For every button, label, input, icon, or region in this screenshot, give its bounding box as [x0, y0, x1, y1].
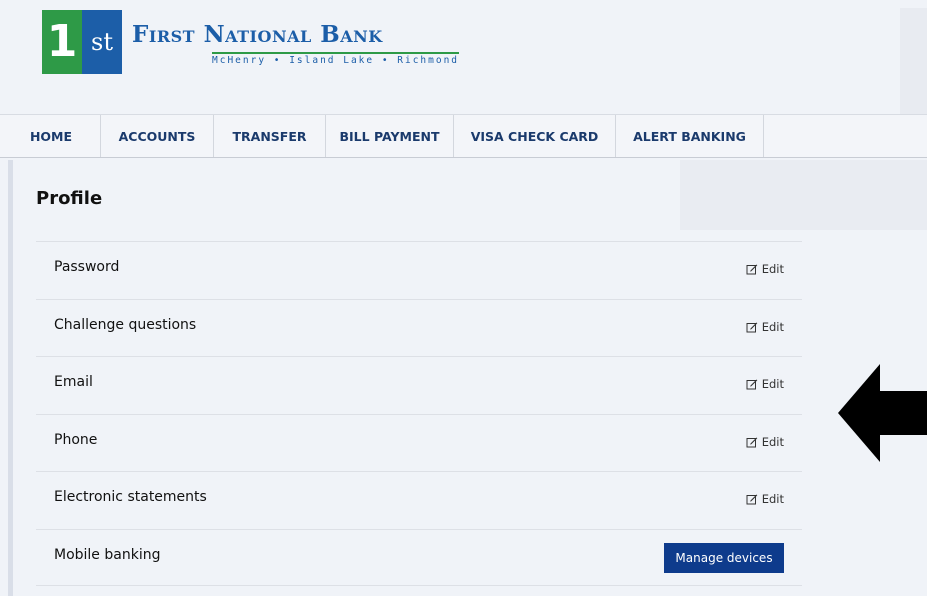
edit-label: Edit [761, 377, 784, 391]
row-label: Password [54, 259, 120, 275]
bank-name: First National Bank [132, 21, 383, 48]
profile-row-mobile-banking: Mobile banking Manage devices [36, 528, 802, 586]
edit-phone-link[interactable]: Edit [746, 435, 784, 449]
row-label: Electronic statements [54, 489, 207, 505]
edit-label: Edit [761, 492, 784, 506]
profile-row-phone: Phone Edit [36, 413, 802, 472]
edit-icon [746, 379, 758, 390]
background-shade [900, 8, 927, 118]
edit-icon [746, 437, 758, 447]
profile-row-challenge-questions: Challenge questions Edit [36, 298, 802, 357]
background-shade [680, 160, 927, 230]
edit-label: Edit [761, 434, 784, 449]
content-left-border [8, 160, 13, 596]
nav-accounts[interactable]: ACCOUNTS [101, 115, 214, 157]
nav-transfer[interactable]: TRANSFER [214, 115, 326, 157]
nav-alert-banking[interactable]: ALERT BANKING [616, 115, 764, 157]
edit-icon [746, 322, 758, 332]
logo-number: 1 [42, 10, 82, 74]
edit-label: Edit [761, 319, 784, 334]
edit-email-link[interactable]: Edit [746, 377, 784, 391]
edit-label: Edit [761, 262, 784, 276]
profile-settings-list: Password Edit Challenge questions Edit E… [36, 241, 802, 586]
profile-row-password: Password Edit [36, 241, 802, 299]
bank-tagline: McHenry • Island Lake • Richmond [212, 52, 460, 66]
row-label: Challenge questions [54, 316, 197, 333]
row-label: Mobile banking [54, 546, 161, 563]
logo-text: First National Bank McHenry • Island Lak… [132, 10, 460, 74]
page-title: Profile [36, 188, 103, 209]
logo-suffix: st [82, 10, 122, 74]
profile-row-email: Email Edit [36, 356, 802, 414]
nav-visa-check-card[interactable]: VISA CHECK CARD [454, 115, 616, 157]
row-label: Email [54, 374, 93, 390]
edit-electronic-statements-link[interactable]: Edit [746, 492, 784, 506]
profile-row-electronic-statements: Electronic statements Edit [36, 471, 802, 529]
nav-home[interactable]: HOME [0, 115, 101, 157]
main-nav: HOME ACCOUNTS TRANSFER BILL PAYMENT VISA… [0, 114, 927, 158]
edit-challenge-questions-link[interactable]: Edit [746, 320, 784, 334]
bank-logo[interactable]: 1 st First National Bank McHenry • Islan… [42, 10, 460, 74]
edit-icon [746, 494, 758, 505]
left-arrow-icon [838, 364, 927, 462]
manage-devices-button[interactable]: Manage devices [664, 542, 784, 573]
row-label: Phone [54, 431, 98, 448]
edit-password-link[interactable]: Edit [746, 262, 784, 276]
nav-bill-payment[interactable]: BILL PAYMENT [326, 115, 454, 157]
header: 1 st First National Bank McHenry • Islan… [0, 0, 927, 118]
edit-icon [746, 264, 758, 275]
